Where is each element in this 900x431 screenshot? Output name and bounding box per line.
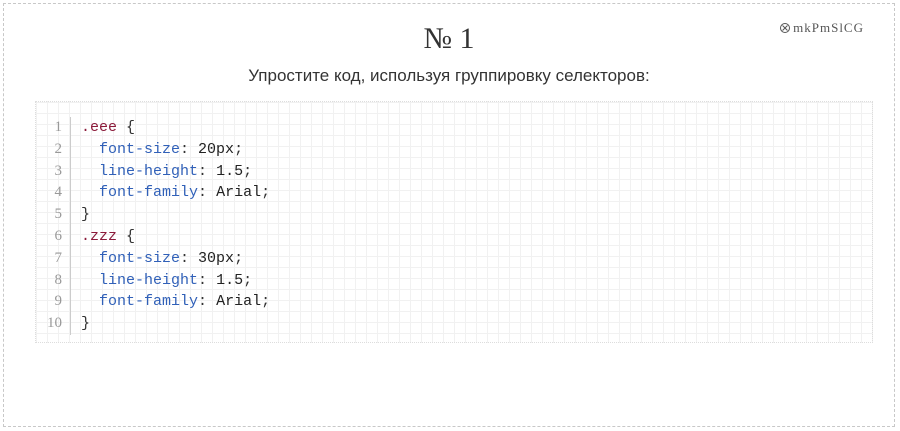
line-number: 6 [54, 227, 63, 244]
line-number: 10 [47, 315, 62, 332]
line-number: 9 [54, 293, 63, 310]
code-line: .zzz { [81, 226, 270, 248]
css-value: Arial [216, 184, 262, 202]
code-line: font-size: 20px; [99, 140, 244, 158]
code-line: } [81, 313, 270, 335]
code-line: } [81, 204, 270, 226]
code-line: line-height: 1.5; [99, 271, 253, 289]
code-line: line-height: 1.5; [99, 162, 253, 180]
code-text: .eee { font-size: 20px; line-height: 1.5… [81, 117, 270, 335]
open-brace: { [117, 119, 136, 136]
line-number: 2 [54, 140, 63, 157]
css-value: 30px [198, 249, 235, 267]
css-property: font-family [99, 184, 199, 202]
css-property: line-height [99, 271, 199, 289]
close-brace: } [81, 206, 91, 224]
css-value: 1.5 [216, 162, 244, 180]
css-property: font-size [99, 249, 181, 267]
task-subtitle: Упростите код, используя группировку сел… [248, 66, 650, 85]
line-number: 4 [54, 184, 63, 201]
task-card: mkPmSlCG № 1 Упростите код, используя гр… [3, 3, 895, 427]
code-line: .eee { [81, 117, 270, 139]
css-property: font-size [99, 140, 181, 158]
code-line: font-family: Arial; [99, 184, 271, 202]
css-property: font-family [99, 293, 199, 311]
close-brace: } [81, 315, 91, 333]
css-selector: .eee [81, 119, 118, 136]
code-line: font-family: Arial; [99, 293, 271, 311]
line-number: 3 [54, 162, 63, 179]
line-number: 7 [54, 249, 63, 266]
css-value: 1.5 [216, 271, 244, 289]
code-block: 1 2 3 4 5 6 7 8 9 10 .eee { font-size: 2… [35, 101, 873, 343]
line-number-gutter: 1 2 3 4 5 6 7 8 9 10 [36, 117, 71, 335]
task-title: № 1 [423, 22, 475, 55]
css-property: line-height [99, 162, 199, 180]
line-number: 1 [54, 119, 63, 135]
line-number: 8 [54, 271, 63, 288]
open-brace: { [117, 227, 136, 245]
line-number: 5 [54, 206, 63, 223]
css-selector: .zzz [81, 227, 118, 245]
css-value: Arial [216, 293, 262, 311]
code-line: font-size: 30px; [99, 249, 244, 267]
css-value: 20px [198, 140, 235, 158]
